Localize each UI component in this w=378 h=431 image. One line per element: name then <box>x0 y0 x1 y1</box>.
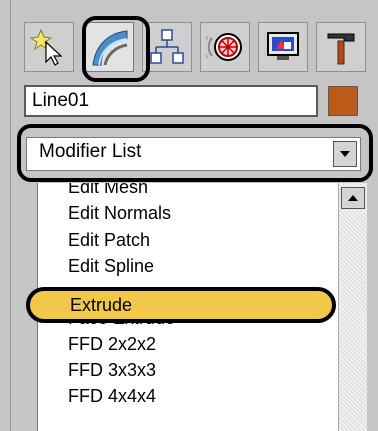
list-item-extrude[interactable]: Extrude <box>26 287 336 323</box>
list-item[interactable]: Edit Patch <box>68 230 150 251</box>
object-name-field[interactable]: Line01 <box>24 85 318 117</box>
motion-icon <box>206 33 242 61</box>
panel-frame <box>0 0 11 431</box>
tab-motion[interactable] <box>200 22 250 72</box>
modify-curve-icon <box>92 30 128 66</box>
list-item[interactable]: Edit Mesh <box>68 183 148 198</box>
chevron-down-icon <box>340 151 350 157</box>
tab-create[interactable] <box>24 22 74 72</box>
modifier-list-dropdown[interactable]: Modifier List <box>26 137 361 171</box>
list-item[interactable]: Edit Normals <box>68 203 171 224</box>
list-item[interactable]: FFD 4x4x4 <box>68 386 156 407</box>
list-item[interactable]: FFD 2x2x2 <box>68 334 156 355</box>
list-item[interactable]: Edit Spline <box>68 256 154 277</box>
list-item[interactable]: FFD 3x3x3 <box>68 360 156 381</box>
star-pointer-icon <box>30 28 63 66</box>
display-icon <box>267 32 299 60</box>
list-item-extrude-label: Extrude <box>70 295 133 315</box>
hierarchy-icon <box>150 29 184 64</box>
dropdown-button[interactable] <box>333 141 357 167</box>
list-scrollbar[interactable] <box>338 183 367 431</box>
hammer-icon <box>327 33 355 65</box>
command-panel: Line01 Modifier List Edit Mesh Edit Norm… <box>0 0 378 431</box>
chevron-up-icon <box>348 195 358 201</box>
command-panel-tabs <box>18 12 368 82</box>
scroll-up-button[interactable] <box>341 187 365 209</box>
tab-display[interactable] <box>258 22 308 72</box>
object-color-swatch[interactable] <box>328 86 358 116</box>
tab-utilities[interactable] <box>316 22 366 72</box>
modifier-list-selected: Modifier List <box>39 141 142 162</box>
tab-hierarchy[interactable] <box>142 22 192 72</box>
tab-modify[interactable] <box>84 22 134 72</box>
